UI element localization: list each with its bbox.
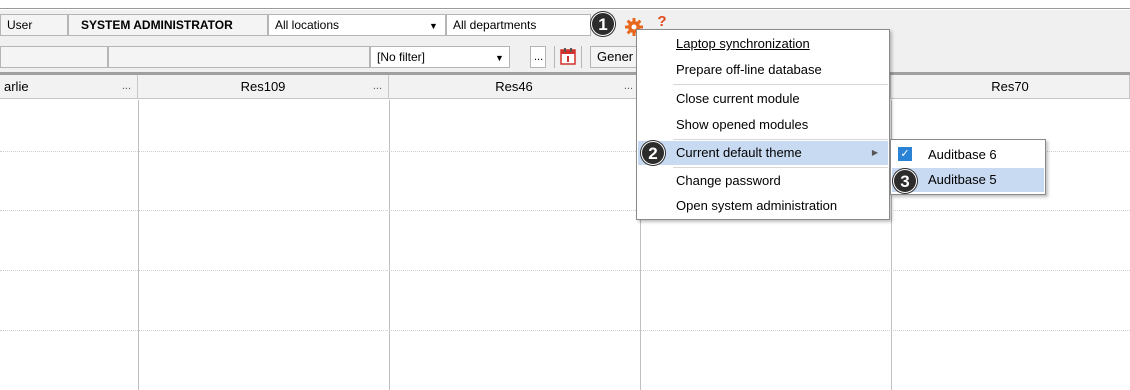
grid-column-line [138, 100, 139, 390]
column-header[interactable]: Res46 ... [389, 75, 640, 99]
column-header-label: Res109 [240, 79, 286, 94]
departments-value: All departments [453, 18, 537, 32]
departments-select[interactable]: ▼ All departments [446, 14, 591, 36]
column-menu-icon[interactable]: ... [373, 74, 382, 98]
menu-item-laptop-sync[interactable]: Laptop synchronization [638, 32, 888, 56]
filter-more-button[interactable]: ... [530, 46, 546, 68]
column-header-label: Res46 [495, 79, 533, 94]
column-header[interactable]: Res70 [891, 75, 1130, 99]
search-field-2[interactable] [108, 46, 370, 68]
menu-item-close-module[interactable]: Close current module [638, 87, 888, 111]
filter-value: [No filter] [377, 50, 426, 64]
menu-item-prepare-offline-db[interactable]: Prepare off-line database [638, 58, 888, 82]
step-badge: 1 [591, 12, 615, 36]
menu-item-change-password[interactable]: Change password [638, 169, 888, 193]
chevron-right-icon: ▶ [871, 148, 878, 157]
filter-select[interactable]: [No filter] ▼ [370, 46, 510, 68]
menu-item-default-theme[interactable]: Current default theme ▶ [638, 141, 888, 165]
general-button[interactable]: Gener [590, 46, 640, 68]
column-header[interactable]: Res109 ... [138, 75, 389, 99]
menu-item-label: Open system administration [676, 198, 838, 213]
chevron-down-icon[interactable]: ▼ [429, 16, 438, 35]
step-badge: 3 [893, 169, 917, 193]
help-icon[interactable]: ? [654, 14, 670, 29]
grid-row-line [0, 270, 1130, 271]
user-label: User [0, 14, 68, 36]
menu-item-open-sysadmin[interactable]: Open system administration [638, 194, 888, 218]
column-menu-icon[interactable]: ... [624, 74, 633, 98]
locations-value: All locations [275, 18, 340, 32]
search-field-1[interactable] [0, 46, 108, 68]
menu-item-label: Prepare off-line database [676, 62, 822, 77]
locations-select[interactable]: All locations ▼ [268, 14, 446, 36]
top-border [0, 0, 1130, 9]
menu-separator [673, 139, 888, 140]
step-badge: 2 [641, 141, 665, 165]
calendar-icon[interactable] [560, 47, 576, 65]
column-menu-icon[interactable]: ... [122, 74, 131, 98]
menu-separator [673, 84, 888, 85]
menu-item-label: Current default theme [676, 145, 802, 160]
menu-item-show-modules[interactable]: Show opened modules [638, 113, 888, 137]
menu-separator [673, 167, 888, 168]
column-header-label: arlie [4, 79, 29, 94]
check-icon: ✓ [898, 147, 912, 161]
submenu-item-label: Auditbase 6 [928, 147, 997, 162]
submenu-item-auditbase-6[interactable]: ✓ Auditbase 6 [892, 143, 1044, 167]
toolbar-separator [581, 46, 582, 68]
menu-item-label: Change password [676, 173, 781, 188]
menu-item-label: Laptop synchronization [676, 36, 810, 51]
column-header-label: Res70 [991, 79, 1029, 94]
user-value: SYSTEM ADMINISTRATOR [68, 14, 268, 36]
grid-row-line [0, 330, 1130, 331]
menu-item-label: Close current module [676, 91, 800, 106]
grid-row-line [0, 210, 1130, 211]
context-menu: Laptop synchronization Prepare off-line … [636, 29, 890, 220]
chevron-down-icon[interactable]: ▼ [495, 48, 504, 67]
menu-item-label: Show opened modules [676, 117, 809, 132]
grid-column-line [389, 100, 390, 390]
submenu-item-label: Auditbase 5 [928, 172, 997, 187]
column-header[interactable]: arlie ... [0, 75, 138, 99]
toolbar-separator [554, 46, 555, 68]
